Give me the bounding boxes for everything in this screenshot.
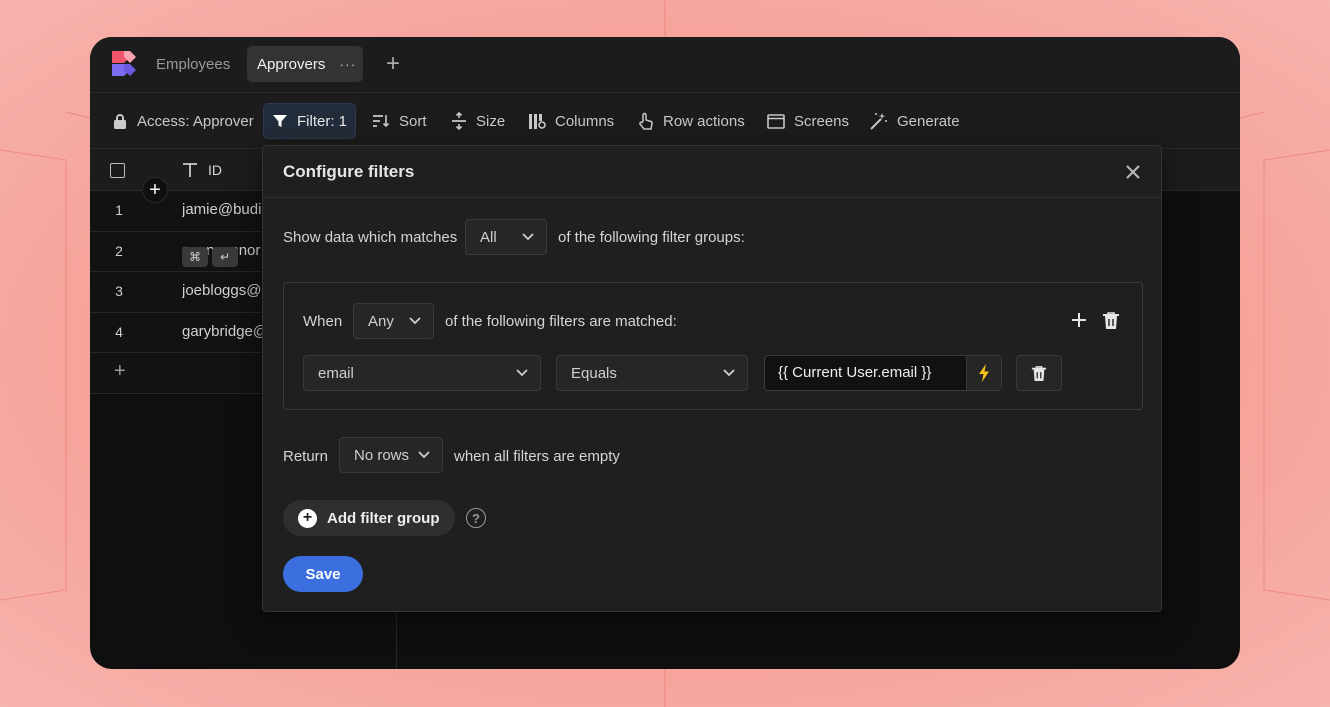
plus-circle-icon: +: [298, 508, 317, 528]
when-label: When: [303, 313, 343, 330]
tab-approvers[interactable]: Approvers ···: [247, 46, 363, 82]
delete-group-icon[interactable]: [1102, 311, 1120, 330]
return-select[interactable]: No rows: [339, 437, 443, 473]
lightning-bolt-icon: [979, 364, 989, 382]
chevron-down-icon: [522, 233, 534, 241]
row-number: 1: [115, 202, 123, 218]
chevron-down-icon: [418, 451, 430, 459]
row-height-icon: [452, 112, 466, 130]
select-all-checkbox[interactable]: [110, 163, 125, 178]
trash-icon: [1031, 365, 1047, 381]
table-header-right: [1160, 149, 1240, 191]
magic-wand-icon: [870, 112, 887, 130]
chevron-down-icon: [723, 369, 735, 377]
return-label: Return: [283, 448, 329, 465]
delete-filter-button[interactable]: [1016, 355, 1062, 391]
access-button[interactable]: Access: Approver: [104, 103, 262, 139]
help-icon[interactable]: ?: [466, 508, 486, 528]
screens-label: Screens: [794, 112, 850, 130]
close-icon[interactable]: [1123, 162, 1143, 182]
column-header-id[interactable]: ID: [208, 162, 222, 178]
filter-group: When Any of the following filters are ma…: [283, 282, 1143, 410]
any-suffix-label: of the following filters are matched:: [445, 313, 677, 330]
add-filter-group-label: Add filter group: [327, 509, 440, 527]
add-tab-button[interactable]: +: [380, 51, 406, 77]
access-label: Access: Approver: [137, 112, 254, 130]
modal-title: Configure filters: [283, 162, 415, 181]
match-suffix-label: of the following filter groups:: [558, 229, 745, 246]
sort-label: Sort: [399, 112, 427, 130]
configure-filters-modal: Configure filters Show data which matche…: [262, 145, 1162, 612]
return-suffix-label: when all filters are empty: [454, 448, 620, 465]
any-value: Any: [368, 312, 394, 330]
cmd-key-icon: ⌘: [182, 247, 208, 267]
row-actions-button[interactable]: Row actions: [630, 103, 753, 139]
binding-value: {{ Current User.email }}: [778, 364, 932, 381]
generate-button[interactable]: Generate: [861, 103, 968, 139]
any-select[interactable]: Any: [353, 303, 434, 339]
return-value: No rows: [354, 446, 410, 464]
tab-label: Employees: [156, 55, 231, 73]
row-actions-label: Row actions: [663, 112, 745, 130]
row-number: 4: [115, 323, 123, 340]
sort-button[interactable]: Sort: [364, 103, 435, 139]
value-binding-input[interactable]: {{ Current User.email }}: [764, 355, 1002, 391]
row-number: 2: [115, 242, 123, 259]
match-prefix-label: Show data which matches: [283, 229, 458, 246]
screen-icon: [767, 113, 785, 129]
match-type-value: All: [480, 228, 497, 246]
generate-label: Generate: [897, 112, 960, 130]
text-type-icon: [183, 163, 197, 177]
columns-label: Columns: [555, 112, 615, 130]
row-number: 3: [115, 283, 123, 299]
columns-button[interactable]: Columns: [520, 103, 622, 139]
budibase-logo-icon: [112, 51, 136, 76]
pointer-hand-icon: [639, 112, 653, 130]
filter-icon: [273, 115, 287, 127]
filter-label: Filter: 1: [297, 112, 348, 130]
tab-label: Approvers: [257, 55, 326, 73]
columns-icon: [529, 113, 546, 129]
save-button[interactable]: Save: [283, 556, 363, 592]
size-button[interactable]: Size: [443, 103, 513, 139]
add-filter-icon[interactable]: [1071, 312, 1087, 328]
add-column-button[interactable]: +: [142, 177, 168, 203]
field-select[interactable]: email: [303, 355, 541, 391]
screens-button[interactable]: Screens: [759, 103, 857, 139]
add-row-icon[interactable]: +: [114, 360, 126, 383]
match-type-select[interactable]: All: [465, 219, 547, 255]
size-label: Size: [476, 112, 506, 130]
toolbar: Access: Approver Filter: 1 Sort Size Col…: [90, 93, 1240, 149]
lock-icon: [114, 113, 126, 129]
tab-employees[interactable]: Employees: [146, 46, 240, 82]
chevron-down-icon: [516, 369, 528, 377]
sort-icon: [373, 115, 390, 128]
operator-value: Equals: [571, 364, 617, 382]
add-filter-group-button[interactable]: + Add filter group: [283, 500, 455, 536]
operator-select[interactable]: Equals: [556, 355, 748, 391]
binding-button[interactable]: [966, 356, 1001, 390]
enter-key-icon: ↵: [212, 247, 238, 267]
tab-bar: Employees Approvers ··· +: [90, 37, 1240, 93]
chevron-down-icon: [409, 317, 421, 325]
field-value: email: [318, 364, 354, 382]
modal-header: Configure filters: [263, 146, 1161, 198]
filter-button[interactable]: Filter: 1: [263, 103, 357, 139]
tab-more-icon[interactable]: ···: [339, 56, 356, 72]
